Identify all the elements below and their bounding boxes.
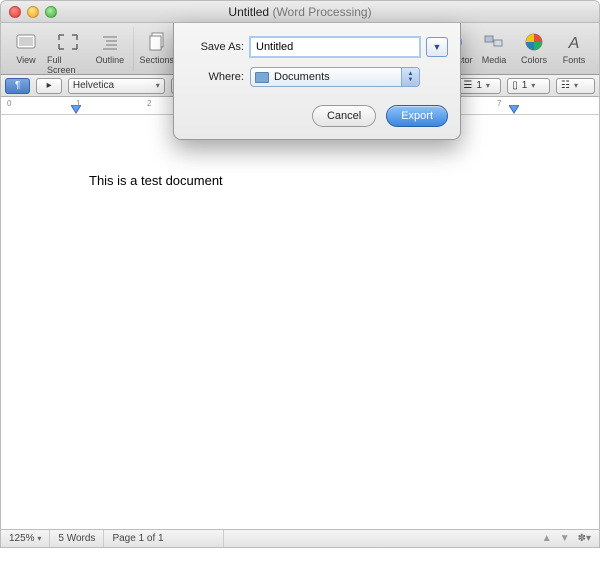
- close-icon[interactable]: [9, 6, 21, 18]
- paragraph-style-button[interactable]: ¶: [5, 78, 30, 94]
- fonts-button[interactable]: A Fonts: [555, 27, 593, 65]
- save-as-label: Save As:: [186, 41, 244, 53]
- nav-up-icon[interactable]: ▲: [542, 533, 552, 544]
- drawer-icon: ▸: [47, 80, 52, 91]
- where-label: Where:: [186, 71, 244, 83]
- status-bar: 125% ▾ 5 Words Page 1 of 1 ▲ ▼ ✽▾: [1, 529, 599, 547]
- minimize-icon[interactable]: [27, 6, 39, 18]
- export-button[interactable]: Export: [386, 105, 448, 127]
- view-icon: [12, 29, 40, 55]
- list-icon: ☷: [561, 80, 570, 91]
- view-button[interactable]: View: [7, 27, 45, 65]
- app-window: Untitled (Word Processing) View Full Scr…: [0, 0, 600, 548]
- document-area[interactable]: This is a test document: [1, 117, 599, 529]
- page-indicator[interactable]: Page 1 of 1: [104, 530, 224, 547]
- font-name: Helvetica: [73, 80, 114, 91]
- fullscreen-button[interactable]: Full Screen: [47, 27, 89, 75]
- font-dropdown[interactable]: Helvetica ▾: [68, 78, 165, 94]
- colors-icon: [520, 29, 548, 55]
- title-main: Untitled: [228, 5, 269, 19]
- zoom-control[interactable]: 125% ▾: [1, 530, 50, 547]
- svg-text:A: A: [568, 35, 580, 52]
- where-value: Documents: [274, 71, 330, 83]
- titlebar: Untitled (Word Processing): [1, 1, 599, 23]
- title-secondary: (Word Processing): [272, 5, 371, 19]
- line-spacing-dropdown[interactable]: ☰ 1 ▾: [458, 78, 501, 94]
- word-count: 5 Words: [50, 530, 104, 547]
- style-drawer-button[interactable]: ▸: [36, 78, 61, 94]
- colors-button[interactable]: Colors: [515, 27, 553, 65]
- chevron-down-icon: ▾: [531, 81, 535, 90]
- media-button[interactable]: Media: [475, 27, 513, 65]
- chevron-down-icon: ▾: [486, 81, 490, 90]
- nav-down-icon[interactable]: ▼: [560, 533, 570, 544]
- chevron-down-icon: ▾: [574, 81, 578, 90]
- window-controls: [9, 6, 57, 18]
- disclosure-button[interactable]: ▼: [426, 37, 448, 57]
- save-as-input[interactable]: [250, 37, 420, 57]
- updown-icon: ▲▼: [401, 68, 419, 86]
- fonts-icon: A: [560, 29, 588, 55]
- outline-button[interactable]: Outline: [91, 27, 129, 65]
- left-margin-marker[interactable]: [71, 105, 81, 115]
- cancel-button[interactable]: Cancel: [312, 105, 376, 127]
- body-text: This is a test document: [89, 173, 223, 188]
- columns-dropdown[interactable]: ▯ 1 ▾: [507, 78, 550, 94]
- line-spacing-icon: ☰: [463, 80, 472, 91]
- media-icon: [480, 29, 508, 55]
- gear-icon[interactable]: ✽▾: [578, 533, 591, 544]
- toolbar-divider: [133, 27, 134, 71]
- folder-icon: [255, 72, 269, 83]
- sections-icon: [143, 29, 171, 55]
- columns-icon: ▯: [512, 80, 518, 91]
- triangle-down-icon: ▼: [433, 42, 442, 52]
- export-sheet: Save As: ▼ Where: Documents ▲▼ Cancel Ex…: [173, 23, 461, 140]
- chevron-down-icon: ▾: [156, 81, 160, 90]
- right-margin-marker[interactable]: [509, 105, 519, 115]
- sections-button[interactable]: Sections: [138, 27, 176, 65]
- list-style-dropdown[interactable]: ☷ ▾: [556, 78, 595, 94]
- window-title: Untitled (Word Processing): [228, 5, 371, 19]
- where-dropdown[interactable]: Documents ▲▼: [250, 67, 420, 87]
- chevron-down-icon: ▾: [37, 534, 41, 543]
- fullscreen-icon: [54, 29, 82, 55]
- outline-icon: [96, 29, 124, 55]
- zoom-icon[interactable]: [45, 6, 57, 18]
